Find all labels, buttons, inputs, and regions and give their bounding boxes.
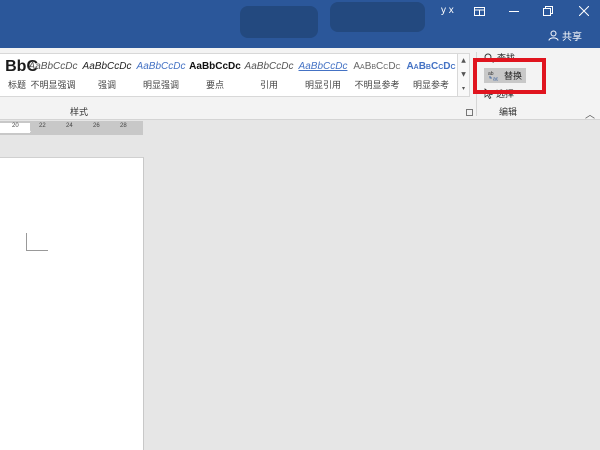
ruler-label: 26 <box>93 123 100 129</box>
minimize-icon <box>509 11 519 12</box>
style-strong[interactable]: AaBbCcDc 要点 <box>188 56 242 96</box>
close-icon <box>579 6 589 16</box>
ruler-label: 24 <box>66 123 73 129</box>
scroll-down-icon[interactable]: ▼ <box>458 68 469 82</box>
style-sample: AaBbCcDc <box>136 61 186 72</box>
highlight-annotation <box>473 58 546 94</box>
style-subtle-emphasis[interactable]: AaBbCcDc 不明显强调 <box>26 56 80 96</box>
style-intense-reference[interactable]: AaBbCcDc 明显参考 <box>404 56 458 96</box>
style-sample: AaBbCcDc <box>298 61 348 72</box>
ruler-label: 20 <box>12 123 19 129</box>
style-sample: AaBbCcDc <box>189 61 241 72</box>
ruler-label: 28 <box>120 123 127 129</box>
styles-group-label: 样式 <box>70 108 89 118</box>
style-intense-emphasis[interactable]: AaBbCcDc 明显强调 <box>134 56 188 96</box>
indent-marker-icon[interactable] <box>23 126 31 132</box>
style-name: 明显参考 <box>412 81 449 91</box>
restore-icon <box>543 6 553 16</box>
user-name[interactable]: y x <box>441 5 454 16</box>
style-name: 要点 <box>205 81 224 91</box>
style-name: 引用 <box>259 81 278 91</box>
style-name: 明显强调 <box>142 81 179 91</box>
share-label: 共享 <box>562 32 582 43</box>
title-bar: y x 共享 <box>0 0 600 48</box>
style-sample: AaBbCcDc <box>28 61 78 72</box>
style-sample: AaBbCcDc <box>244 61 294 72</box>
style-emphasis[interactable]: AaBbCcDc 强调 <box>80 56 134 96</box>
style-sample: AaBbCcDc <box>82 61 132 72</box>
editing-group-label: 编辑 <box>499 108 518 118</box>
more-styles-icon[interactable]: ▾ <box>458 82 469 96</box>
collapse-ribbon-icon[interactable]: ︿ <box>585 106 595 121</box>
style-intense-quote[interactable]: AaBbCcDc 明显引用 <box>296 56 350 96</box>
style-name: 不明显参考 <box>354 81 400 91</box>
scroll-up-icon[interactable]: ▲ <box>458 54 469 68</box>
minimize-button[interactable] <box>503 2 525 20</box>
style-name: 强调 <box>97 81 116 91</box>
ribbon-display-icon <box>473 6 485 16</box>
restore-button[interactable] <box>537 2 559 20</box>
style-sample: AaBbCcDc <box>353 61 401 72</box>
ruler-label: 22 <box>39 123 46 129</box>
style-name: 不明显强调 <box>30 81 76 91</box>
ribbon-display-options-button[interactable] <box>468 2 490 20</box>
share-button[interactable]: 共享 <box>548 28 582 43</box>
gallery-scroll: ▲ ▼ ▾ <box>458 53 470 97</box>
title-blur-region <box>330 2 425 32</box>
dialog-launcher-icon[interactable] <box>466 109 473 116</box>
style-subtle-reference[interactable]: AaBbCcDc 不明显参考 <box>350 56 404 96</box>
margin-corner-mark <box>26 233 48 251</box>
style-name: 明显引用 <box>304 81 341 91</box>
style-quote[interactable]: AaBbCcDc 引用 <box>242 56 296 96</box>
close-button[interactable] <box>573 2 595 20</box>
title-blur-region <box>240 6 318 38</box>
horizontal-ruler[interactable]: 20 22 24 26 28 <box>0 121 143 135</box>
document-page[interactable] <box>0 157 144 450</box>
person-icon <box>548 30 559 41</box>
styles-gallery: BbC 标题 AaBbCcDc 不明显强调 AaBbCcDc 强调 AaBbCc… <box>0 53 458 97</box>
style-sample: AaBbCcDc <box>406 61 456 72</box>
